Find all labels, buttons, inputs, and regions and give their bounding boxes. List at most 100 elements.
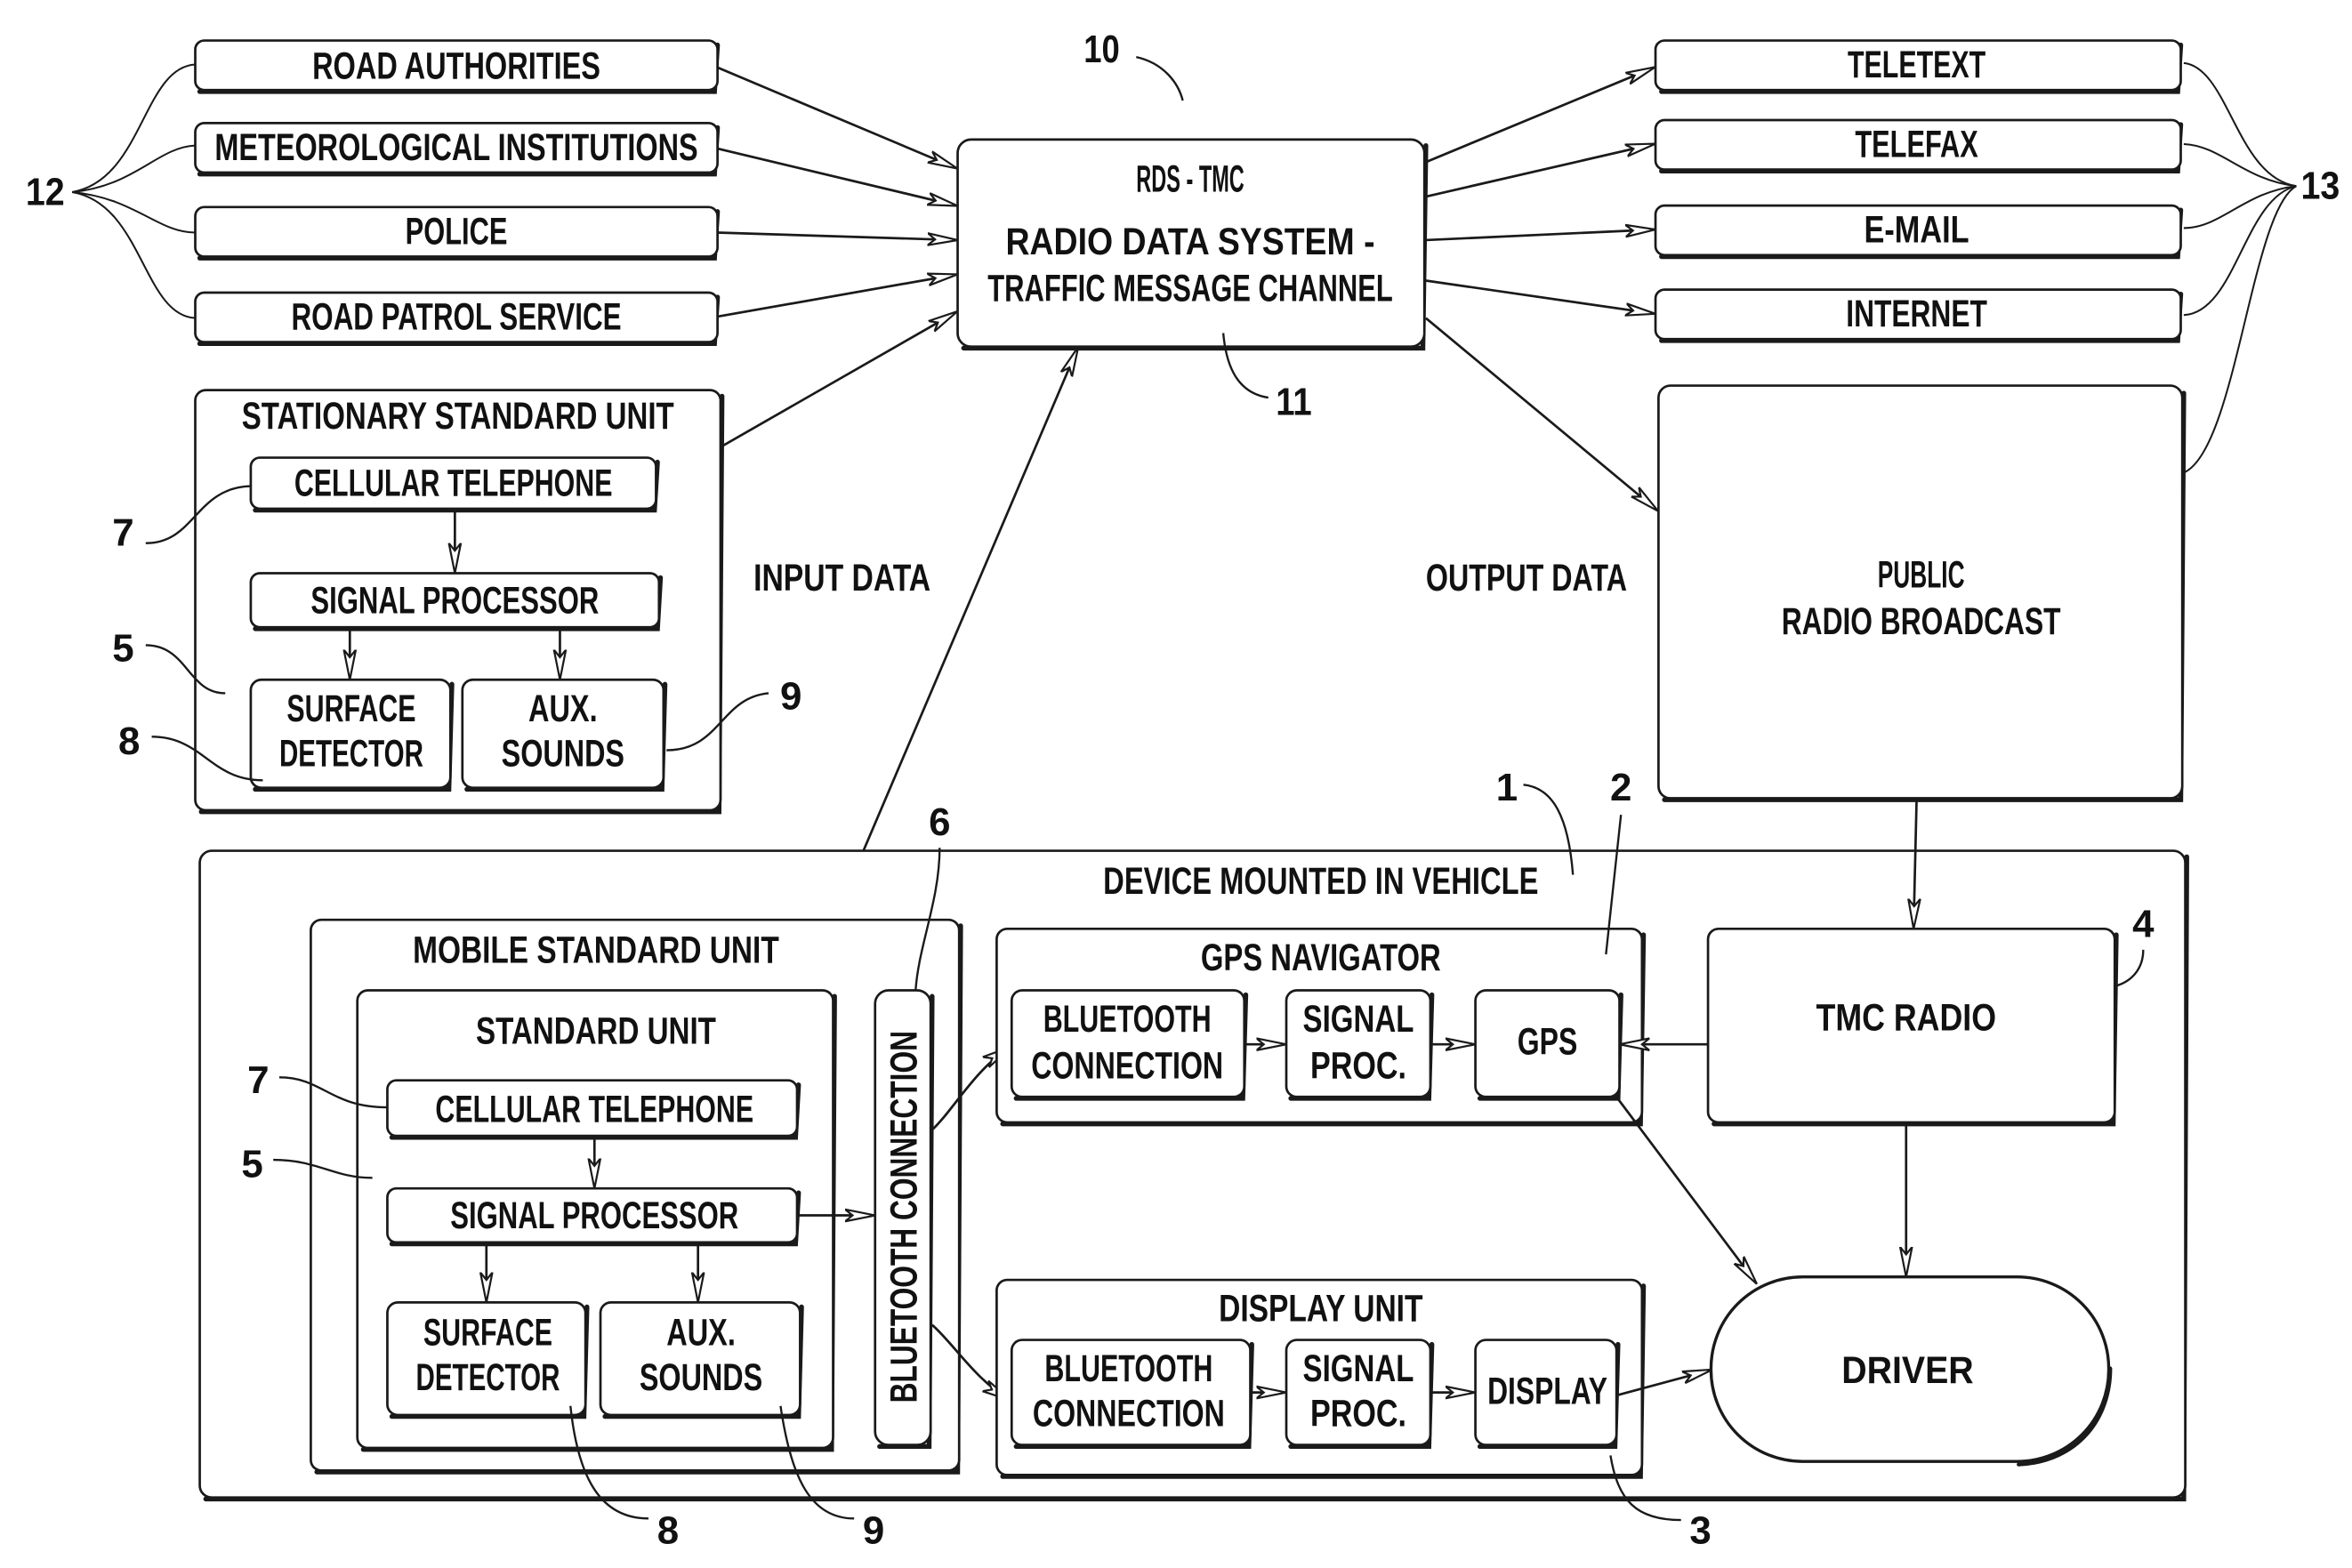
arrow-rds-to-internet xyxy=(1425,279,1654,313)
bt-line2: CONNECTION xyxy=(1031,1044,1223,1086)
ref-numeral-12: 12 xyxy=(26,170,65,213)
ref-numeral-8-stationary: 8 xyxy=(118,720,140,763)
mobile-bluetooth-connection: BLUETOOTH CONNECTION xyxy=(874,989,935,1450)
gps-navigator-title: GPS NAVIGATOR xyxy=(1201,937,1441,978)
broadcast-line2: RADIO BROADCAST xyxy=(1782,600,2061,642)
ref-12-leaders xyxy=(71,63,196,319)
patent-block-diagram: ROAD AUTHORITIES METEOROLOGICAL INSTITUT… xyxy=(26,28,2340,1552)
ref-numeral-4: 4 xyxy=(2132,903,2155,946)
gps-navigator: GPS NAVIGATOR BLUETOOTH CONNECTION SIGNA… xyxy=(995,766,1647,1127)
display-unit: DISPLAY UNIT BLUETOOTH CONNECTION SIGNAL… xyxy=(995,1278,1712,1552)
arrow-road-authorities-to-rds xyxy=(717,66,956,168)
surface-line1: SURFACE xyxy=(423,1312,552,1354)
sig-line2: PROC. xyxy=(1310,1044,1406,1086)
cellular-telephone-label: CELLULAR TELEPHONE xyxy=(294,462,613,504)
ref-13-leaders xyxy=(2183,61,2297,474)
arrow-road-patrol-to-rds xyxy=(717,275,956,318)
aux-line1: AUX. xyxy=(528,688,598,729)
tmc-radio-label: TMC RADIO xyxy=(1816,996,1996,1038)
signal-processor-label: SIGNAL PROCESSOR xyxy=(450,1194,738,1236)
output-data-caption: OUTPUT DATA xyxy=(1426,557,1627,599)
stationary-unit-title: STATIONARY STANDARD UNIT xyxy=(242,395,674,437)
arrow-rds-to-telefax xyxy=(1425,144,1654,198)
channel-label: TELEFAX xyxy=(1855,123,1977,165)
source-label: POLICE xyxy=(406,210,508,252)
ref-numeral-9-mobile: 9 xyxy=(863,1508,884,1552)
arrow-rds-to-teletext xyxy=(1425,68,1654,164)
device-mounted-in-vehicle: DEVICE MOUNTED IN VEHICLE 1 MOBILE STAND… xyxy=(198,766,2189,1552)
source-road-authorities: ROAD AUTHORITIES xyxy=(194,39,721,94)
driver-label: DRIVER xyxy=(1841,1349,1973,1391)
ref-numeral-10: 10 xyxy=(1083,28,1119,71)
stationary-aux-sounds: AUX. SOUNDS xyxy=(461,678,668,792)
ref-numeral-8-mobile: 8 xyxy=(657,1508,679,1552)
stationary-cellular-telephone: CELLULAR TELEPHONE xyxy=(249,456,660,513)
surface-line1: SURFACE xyxy=(286,688,415,729)
source-meteorological-institutions: METEOROLOGICAL INSTITUTIONS xyxy=(194,121,721,177)
gps-bluetooth-connection: BLUETOOTH CONNECTION xyxy=(1010,989,1249,1101)
channel-email: E-MAIL xyxy=(1654,204,2184,260)
signal-processor-label: SIGNAL PROCESSOR xyxy=(310,579,599,621)
bt-line2: CONNECTION xyxy=(1033,1393,1225,1435)
display-unit-title: DISPLAY UNIT xyxy=(1219,1288,1423,1330)
public-radio-broadcast-box: PUBLIC RADIO BROADCAST xyxy=(1657,384,2187,802)
mobile-unit-title: MOBILE STANDARD UNIT xyxy=(413,929,779,970)
sig-line1: SIGNAL xyxy=(1303,1347,1414,1389)
display-bluetooth-connection: BLUETOOTH CONNECTION xyxy=(1010,1339,1254,1450)
driver: DRIVER xyxy=(1709,1275,2113,1467)
broadcast-line1: PUBLIC xyxy=(1878,554,1965,596)
source-police: POLICE xyxy=(194,205,721,261)
stationary-standard-unit: STATIONARY STANDARD UNIT CELLULAR TELEPH… xyxy=(112,389,801,815)
source-label: ROAD AUTHORITIES xyxy=(312,45,600,87)
gps-label: GPS xyxy=(1518,1020,1577,1062)
channel-label: INTERNET xyxy=(1846,293,1987,334)
source-label: METEOROLOGICAL INSTITUTIONS xyxy=(214,126,697,168)
surface-line2: DETECTOR xyxy=(415,1356,560,1398)
ref-numeral-3: 3 xyxy=(1689,1508,1711,1552)
standard-unit-title: STANDARD UNIT xyxy=(476,1010,716,1052)
channel-telefax: TELEFAX xyxy=(1654,118,2184,174)
vehicle-title: DEVICE MOUNTED IN VEHICLE xyxy=(1103,860,1538,902)
aux-line2: SOUNDS xyxy=(502,732,624,774)
rds-subtitle-line1: RADIO DATA SYSTEM - xyxy=(1006,221,1375,262)
display-module: DISPLAY xyxy=(1474,1339,1621,1450)
sig-line1: SIGNAL xyxy=(1303,998,1414,1040)
tmc-radio: TMC RADIO 4 xyxy=(1706,903,2155,1127)
cellular-telephone-label: CELLULAR TELEPHONE xyxy=(435,1088,753,1130)
ref-numeral-11: 11 xyxy=(1276,381,1311,424)
sig-line2: PROC. xyxy=(1310,1393,1406,1435)
channel-internet: INTERNET xyxy=(1654,288,2184,343)
mobile-surface-detector: SURFACE DETECTOR xyxy=(386,1301,590,1419)
rds-subtitle-line2: TRAFFIC MESSAGE CHANNEL xyxy=(987,267,1393,309)
channel-label: TELETEXT xyxy=(1848,44,1986,85)
output-channels: TELETEXT TELEFAX E-MAIL INTERNET PUBLIC … xyxy=(1654,39,2340,802)
surface-line2: DETECTOR xyxy=(279,732,423,774)
bluetooth-connection-label: BLUETOOTH CONNECTION xyxy=(882,1031,924,1403)
bt-line1: BLUETOOTH xyxy=(1043,998,1212,1040)
ref-numeral-5-stationary: 5 xyxy=(112,626,133,670)
display-signal-proc: SIGNAL PROC. xyxy=(1285,1339,1435,1450)
arrow-rds-to-public-radio xyxy=(1425,317,1657,511)
stationary-surface-detector: SURFACE DETECTOR xyxy=(249,678,455,792)
rds-tmc-box: RDS - TMC RADIO DATA SYSTEM - TRAFFIC ME… xyxy=(956,138,1429,351)
ref-10-leader xyxy=(1136,55,1184,101)
stationary-signal-processor: SIGNAL PROCESSOR xyxy=(249,572,664,631)
arrow-meteorological-to-rds xyxy=(717,147,956,205)
input-data-caption: INPUT DATA xyxy=(753,557,930,599)
mobile-cellular-telephone: CELLULAR TELEPHONE xyxy=(386,1079,801,1140)
ref-numeral-1: 1 xyxy=(1496,766,1518,809)
output-arrows xyxy=(1425,68,1657,511)
aux-line2: SOUNDS xyxy=(640,1356,762,1398)
channel-label: E-MAIL xyxy=(1865,209,1969,251)
display-label: DISPLAY xyxy=(1487,1370,1607,1411)
aux-line1: AUX. xyxy=(666,1312,736,1354)
ref-numeral-7-mobile: 7 xyxy=(247,1058,269,1102)
source-label: ROAD PATROL SERVICE xyxy=(291,295,621,337)
rds-tmc-title: RDS - TMC xyxy=(1136,157,1244,199)
standard-unit: STANDARD UNIT CELLULAR TELEPHONE SIGNAL … xyxy=(356,989,837,1452)
gps-module: GPS xyxy=(1474,989,1623,1101)
ref-numeral-7-stationary: 7 xyxy=(112,511,133,554)
arrow-police-to-rds xyxy=(717,231,956,239)
ref-numeral-6: 6 xyxy=(929,800,950,844)
bt-line1: BLUETOOTH xyxy=(1044,1347,1212,1389)
